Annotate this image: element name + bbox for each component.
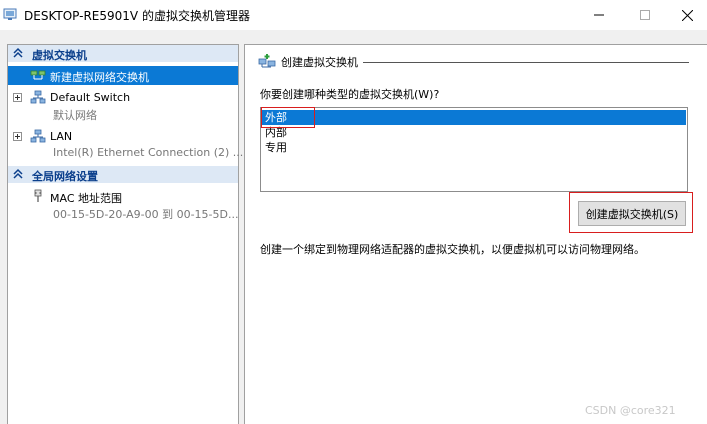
sidebar-item-sub: 00-15-5D-20-A9-00 到 00-15-5D...: [8, 205, 238, 224]
option-external[interactable]: 外部: [262, 110, 686, 125]
section-label: 全局网络设置: [32, 170, 98, 183]
annotation-highlight-box: [261, 107, 315, 128]
navigation-tree[interactable]: 虚拟交换机 新建虚拟网络交换机 Default Switch 默认网络 LAN …: [7, 44, 243, 424]
close-icon: [681, 9, 693, 21]
sidebar-item-label: LAN: [50, 130, 73, 143]
sidebar-item-subtitle: 00-15-5D-20-A9-00 到 00-15-5D...: [53, 208, 239, 221]
section-virtual-switches[interactable]: 虚拟交换机: [8, 45, 238, 62]
details-panel: 创建虚拟交换机 你要创建哪种类型的虚拟交换机(W)? 外部 内部 专用 创建虚拟…: [244, 44, 707, 424]
sidebar-item-label: 新建虚拟网络交换机: [50, 71, 149, 84]
network-icon: [30, 90, 46, 104]
sidebar-item-label: Default Switch: [50, 91, 131, 104]
option-description: 创建一个绑定到物理网络适配器的虚拟交换机，以便虚拟机可以访问物理网络。: [260, 243, 645, 256]
minimize-icon: [594, 14, 604, 16]
app-icon: [3, 8, 17, 20]
maximize-icon: [640, 10, 650, 20]
sidebar-item-default-switch[interactable]: Default Switch: [8, 88, 238, 107]
title-divider: [363, 62, 689, 63]
window-title: DESKTOP-RE5901V 的虚拟交换机管理器: [24, 9, 250, 23]
sidebar-item-lan[interactable]: LAN: [8, 127, 238, 146]
sidebar-item-mac-range[interactable]: MAC 地址范围: [8, 187, 238, 206]
close-button[interactable]: [664, 0, 707, 30]
sidebar-item-label: MAC 地址范围: [50, 192, 122, 205]
window-body: 虚拟交换机 新建虚拟网络交换机 Default Switch 默认网络 LAN …: [0, 30, 707, 424]
chevron-up-icon: [13, 168, 23, 179]
add-switch-icon: [258, 54, 276, 68]
sidebar-item-subtitle: 默认网络: [53, 109, 97, 122]
switch-type-listbox[interactable]: 外部 内部 专用: [260, 107, 688, 192]
title-bar: DESKTOP-RE5901V 的虚拟交换机管理器: [0, 0, 707, 30]
switch-type-question: 你要创建哪种类型的虚拟交换机(W)?: [260, 88, 440, 101]
new-switch-icon: [30, 70, 46, 80]
network-icon: [30, 129, 46, 143]
watermark: CSDN @core321: [585, 404, 676, 417]
section-global-network-settings[interactable]: 全局网络设置: [8, 166, 238, 183]
sidebar-item-sub: Intel(R) Ethernet Connection (2) ...: [8, 145, 243, 164]
expand-icon[interactable]: [13, 132, 22, 141]
maximize-button[interactable]: [622, 0, 668, 30]
section-label: 虚拟交换机: [32, 49, 87, 62]
mac-range-icon: [34, 189, 42, 202]
annotation-highlight-box: [569, 192, 693, 233]
panel-title: 创建虚拟交换机: [281, 56, 358, 69]
chevron-up-icon: [13, 47, 23, 58]
option-private[interactable]: 专用: [262, 140, 686, 155]
expand-icon[interactable]: [13, 93, 22, 102]
sidebar-item-new-switch[interactable]: 新建虚拟网络交换机: [8, 66, 238, 85]
option-internal[interactable]: 内部: [262, 125, 686, 140]
minimize-button[interactable]: [576, 0, 622, 30]
sidebar-item-subtitle: Intel(R) Ethernet Connection (2) ...: [53, 146, 244, 159]
sidebar-item-sub: 默认网络: [8, 106, 238, 125]
